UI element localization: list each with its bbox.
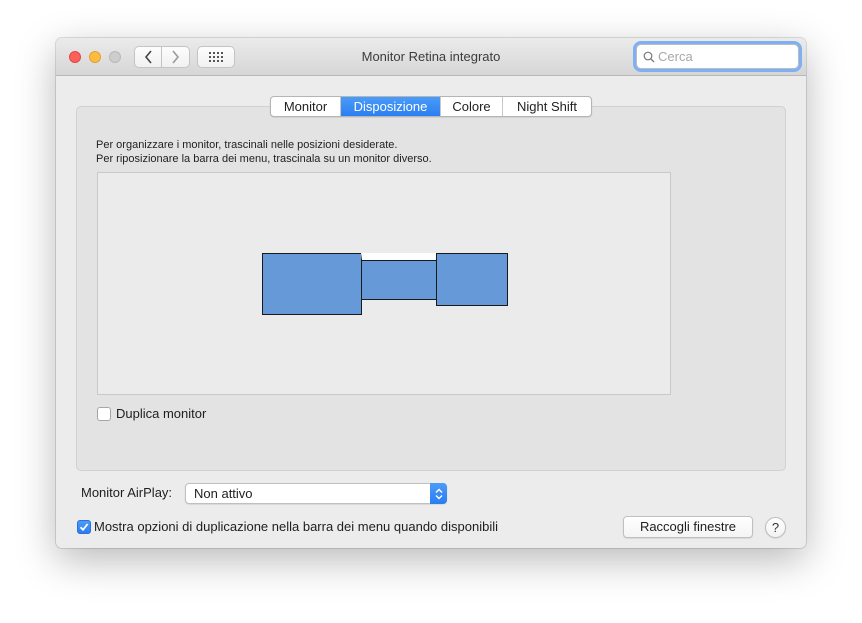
airplay-label: Monitor AirPlay: (81, 485, 173, 500)
search-icon (643, 51, 655, 62)
tab-arrangement[interactable]: Disposizione (341, 97, 441, 116)
mirror-displays-label: Duplica monitor (116, 406, 207, 421)
updown-arrows-icon (430, 483, 447, 504)
checkmark-icon (79, 523, 89, 532)
instruction-line-1: Per organizzare i monitor, trascinali ne… (96, 139, 398, 151)
display-main-with-menubar[interactable] (361, 253, 437, 300)
tab-bar: Monitor Disposizione Colore Night Shift (270, 96, 592, 117)
tab-color[interactable]: Colore (441, 97, 503, 116)
airplay-display-select[interactable]: Non attivo (185, 483, 447, 504)
display-arrangement-area (97, 172, 671, 395)
gather-windows-button[interactable]: Raccogli finestre (623, 516, 753, 538)
airplay-selected-value: Non attivo (194, 486, 253, 501)
tab-monitor[interactable]: Monitor (271, 97, 341, 116)
system-preferences-window: Monitor Retina integrato Monitor Disposi… (56, 38, 806, 548)
display-right[interactable] (436, 253, 508, 306)
help-button[interactable]: ? (765, 517, 786, 538)
tab-night-shift[interactable]: Night Shift (503, 97, 591, 116)
display-left[interactable] (262, 253, 362, 315)
show-mirroring-options-label: Mostra opzioni di duplicazione nella bar… (94, 519, 498, 534)
mirror-displays-checkbox[interactable] (97, 407, 111, 421)
title-bar: Monitor Retina integrato (56, 38, 806, 76)
search-input[interactable] (658, 49, 788, 64)
instruction-line-2: Per riposizionare la barra dei menu, tra… (96, 153, 432, 165)
show-mirroring-options-checkbox[interactable] (77, 520, 91, 534)
search-field[interactable] (636, 44, 799, 69)
arrangement-instructions: Per organizzare i monitor, trascinali ne… (96, 138, 432, 166)
